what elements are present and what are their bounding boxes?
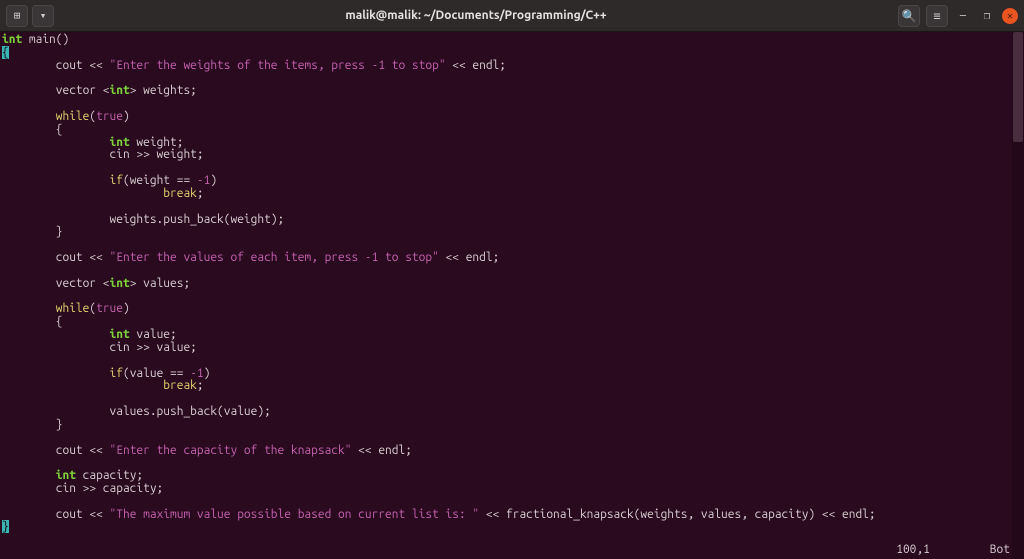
search-button[interactable]: 🔍 xyxy=(898,5,920,27)
minimize-icon: — xyxy=(960,10,966,22)
scroll-location: Bot xyxy=(990,544,1010,557)
hamburger-icon: ≡ xyxy=(933,9,940,23)
code-content: int main() { cout << "Enter the weights … xyxy=(2,34,1024,534)
vertical-scrollbar[interactable] xyxy=(1012,32,1024,559)
search-icon: 🔍 xyxy=(902,9,917,23)
editor-area[interactable]: int main() { cout << "Enter the weights … xyxy=(0,32,1024,559)
close-icon: ✕ xyxy=(1007,10,1013,22)
tab-dropdown-button[interactable]: ▾ xyxy=(32,5,54,27)
status-bar: 100,1 Bot xyxy=(896,544,1010,557)
maximize-button[interactable]: ❐ xyxy=(978,7,996,25)
minimize-button[interactable]: — xyxy=(954,7,972,25)
close-button[interactable]: ✕ xyxy=(1002,8,1018,24)
titlebar-left: ⊞ ▾ xyxy=(6,5,54,27)
window-title: malik@malik: ~/Documents/Programming/C++ xyxy=(54,9,898,22)
titlebar: ⊞ ▾ malik@malik: ~/Documents/Programming… xyxy=(0,0,1024,32)
scrollbar-thumb[interactable] xyxy=(1013,32,1023,142)
menu-button[interactable]: ≡ xyxy=(926,5,948,27)
cursor-position: 100,1 xyxy=(896,544,930,557)
titlebar-right: 🔍 ≡ — ❐ ✕ xyxy=(898,5,1018,27)
new-tab-button[interactable]: ⊞ xyxy=(6,5,28,27)
maximize-icon: ❐ xyxy=(984,9,991,22)
